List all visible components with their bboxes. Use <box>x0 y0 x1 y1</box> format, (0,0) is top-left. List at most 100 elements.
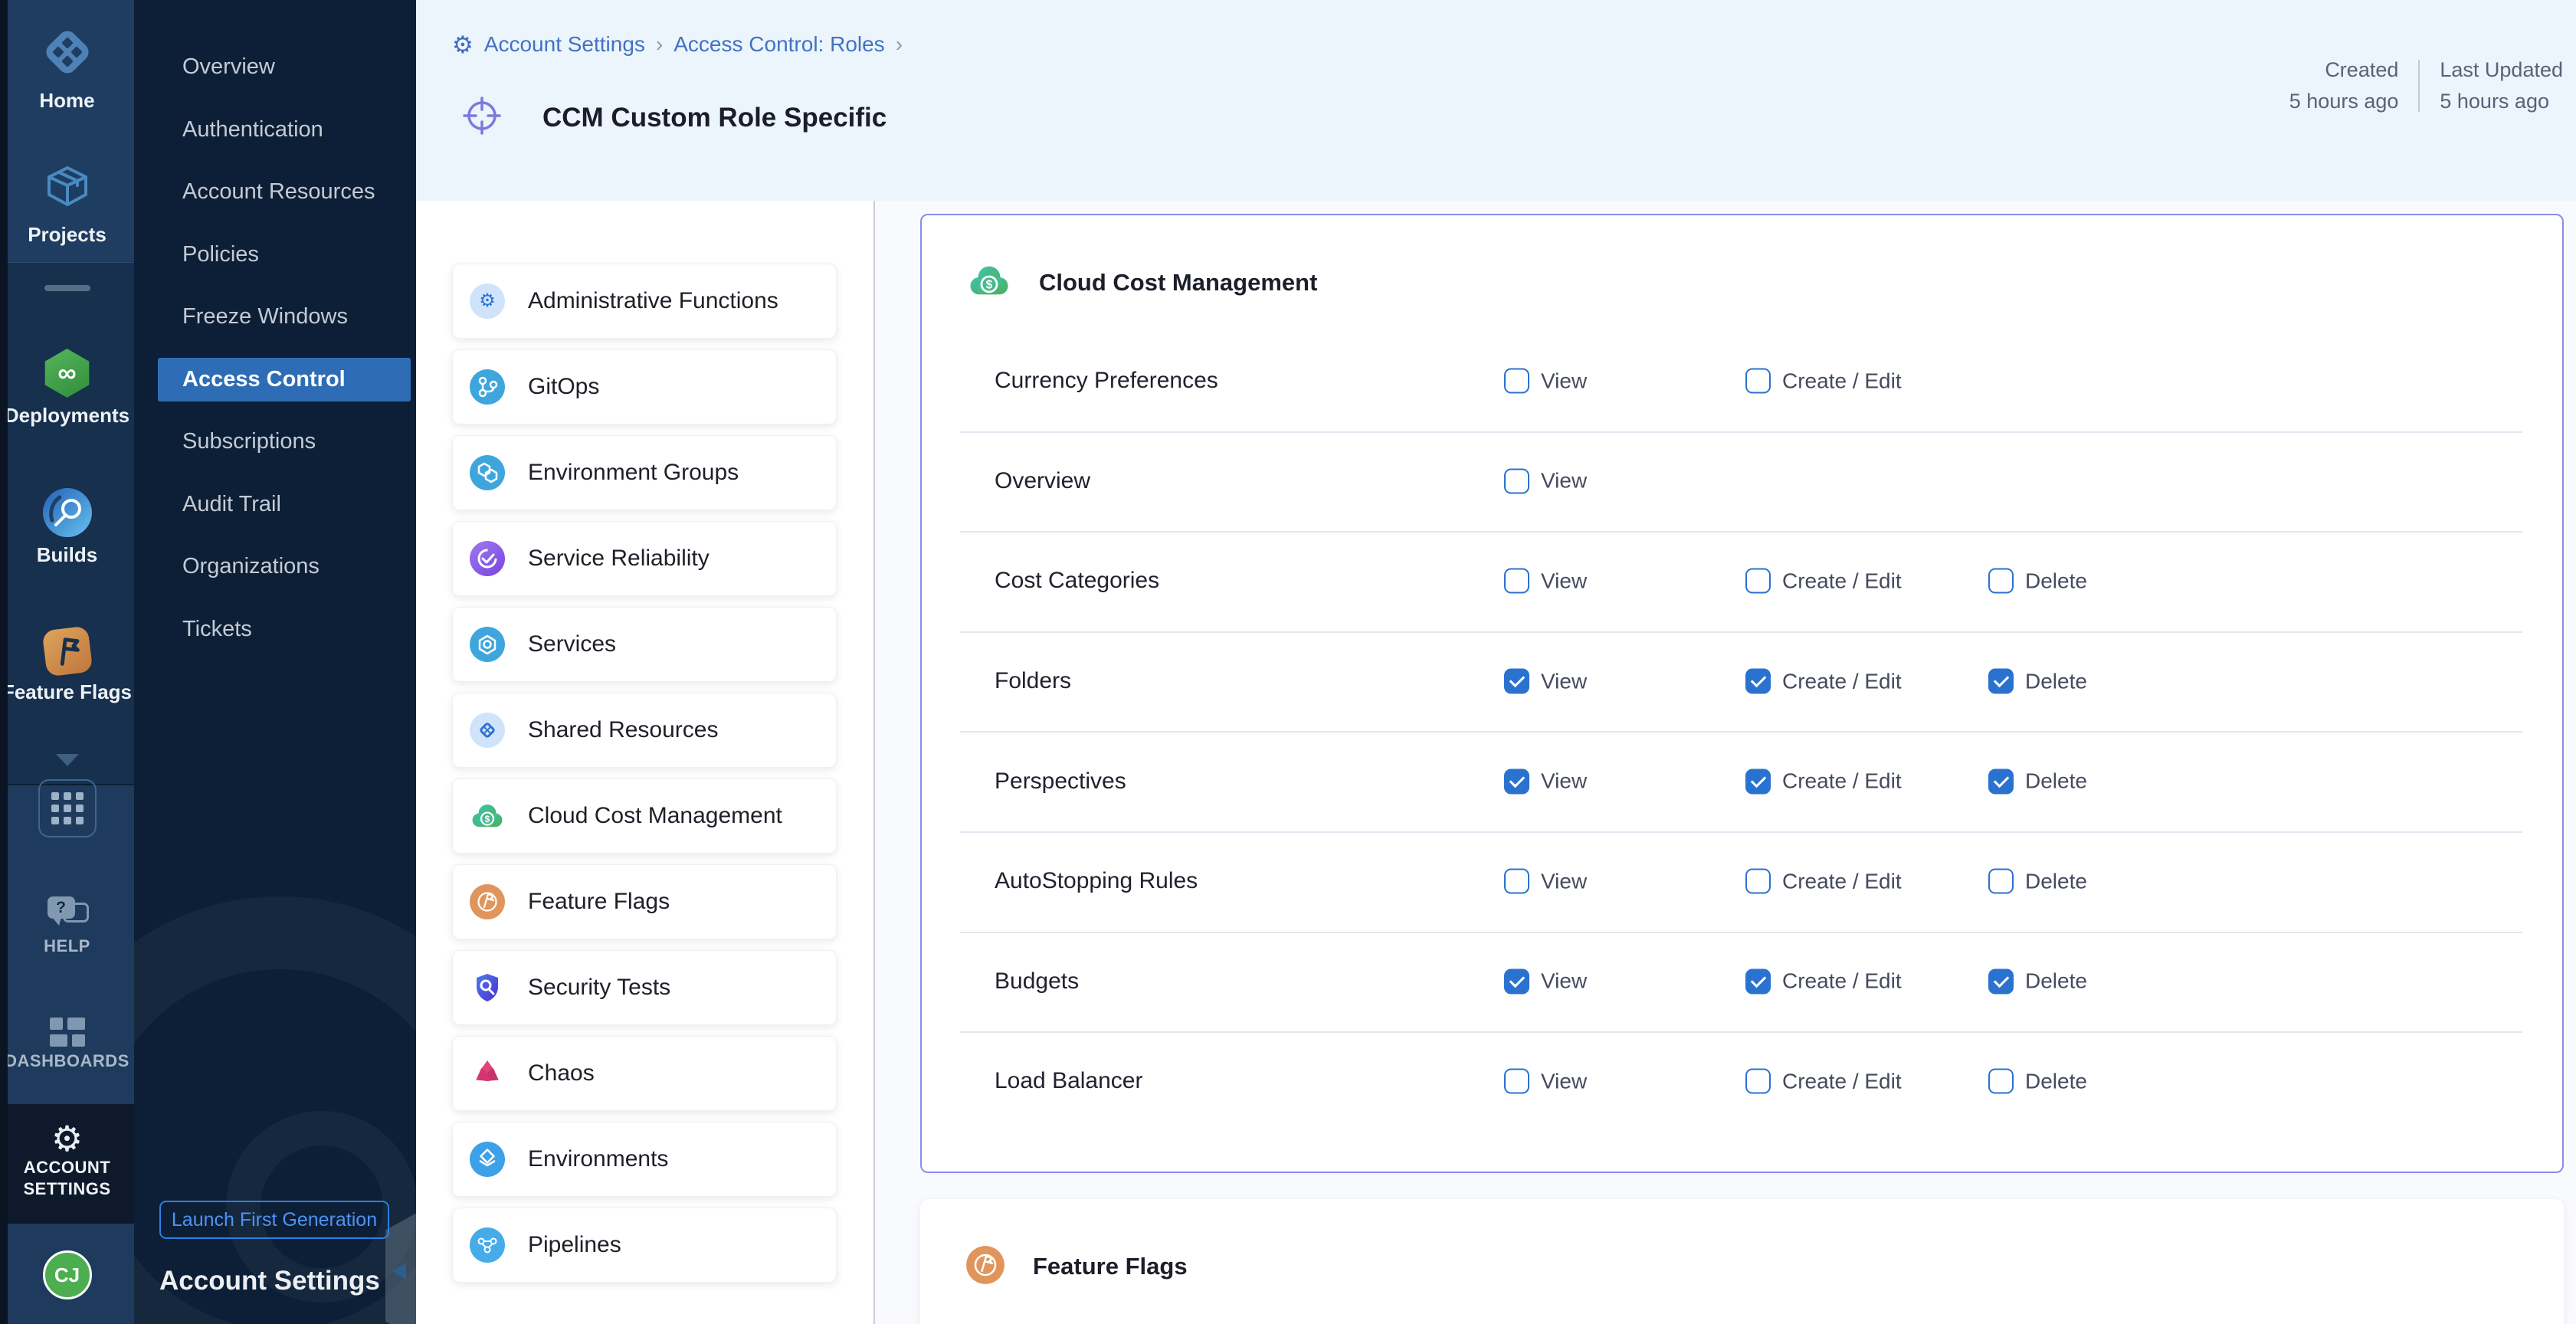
gitops-branch-icon <box>470 369 505 405</box>
category-cloud-cost-management[interactable]: $ Cloud Cost Management <box>452 778 837 854</box>
category-shared-resources[interactable]: Shared Resources <box>452 693 837 768</box>
nav-item-tickets[interactable]: Tickets <box>134 598 416 661</box>
cube-icon <box>41 203 94 216</box>
create-edit-checkbox[interactable] <box>1745 769 1771 794</box>
build-magnifier-icon <box>43 488 92 537</box>
perm-slot-view: View <box>1504 468 1587 493</box>
view-checkbox[interactable] <box>1504 968 1529 994</box>
nav-item-overview[interactable]: Overview <box>134 36 416 99</box>
module-rail: Home Projects ∞ Deployments <box>0 0 134 1324</box>
rail-item-label: Feature Flags <box>0 680 134 704</box>
delete-checkbox[interactable] <box>1988 769 2014 794</box>
category-service-reliability[interactable]: Service Reliability <box>452 521 837 596</box>
nav-item-freeze-windows[interactable]: Freeze Windows <box>134 286 416 349</box>
view-checkbox[interactable] <box>1504 769 1529 794</box>
rail-item-deployments[interactable]: ∞ Deployments <box>0 349 134 428</box>
category-services[interactable]: Services <box>452 607 837 682</box>
perm-slot-create-edit: Create / Edit <box>1745 1069 1902 1094</box>
harness-logo-icon <box>41 69 94 82</box>
category-environment-groups[interactable]: Environment Groups <box>452 435 837 510</box>
perm-slot-delete: Delete <box>1988 669 2087 694</box>
feature-flags-panel: Feature Flags <box>920 1199 2564 1324</box>
rail-item-label: DASHBOARDS <box>0 1051 134 1071</box>
perm-slot-delete: Delete <box>1988 968 2087 994</box>
create-edit-checkbox[interactable] <box>1745 569 1771 594</box>
resource-name: Currency Preferences <box>995 368 1218 394</box>
create-edit-checkbox[interactable] <box>1745 669 1771 694</box>
breadcrumb-account-settings[interactable]: Account Settings <box>484 32 645 57</box>
rail-dash-divider <box>44 285 90 291</box>
avatar[interactable]: CJ <box>43 1250 92 1299</box>
resource-name: Load Balancer <box>995 1068 1142 1094</box>
perm-slot-delete: Delete <box>1988 569 2087 594</box>
nav-item-organizations[interactable]: Organizations <box>134 536 416 598</box>
nav-item-subscriptions[interactable]: Subscriptions <box>134 411 416 474</box>
rail-item-label: Deployments <box>0 404 134 428</box>
help-chat-icon <box>46 896 89 932</box>
nav-item-account-resources[interactable]: Account Resources <box>134 161 416 224</box>
launch-first-generation-button[interactable]: Launch First Generation <box>159 1201 389 1239</box>
rail-item-account-settings[interactable]: ⚙ ACCOUNT SETTINGS <box>0 1121 134 1199</box>
delete-checkbox[interactable] <box>1988 669 2014 694</box>
category-security-tests[interactable]: Security Tests <box>452 950 837 1025</box>
rail-item-projects[interactable]: Projects <box>0 159 134 247</box>
delete-checkbox[interactable] <box>1988 869 2014 894</box>
view-checkbox[interactable] <box>1504 569 1529 594</box>
perm-slot-view: View <box>1504 669 1587 694</box>
permission-row-budgets: Budgets View Create / Edit Delete <box>922 932 2562 1032</box>
create-edit-checkbox[interactable] <box>1745 1069 1771 1094</box>
create-edit-checkbox[interactable] <box>1745 869 1771 894</box>
title-row: CCM Custom Role Specific <box>460 93 887 142</box>
module-picker-button[interactable] <box>0 779 134 837</box>
category-feature-flags[interactable]: Feature Flags <box>452 864 837 939</box>
view-checkbox[interactable] <box>1504 468 1529 493</box>
admin-gear-icon: ⚙ <box>470 283 505 319</box>
perm-slot-view: View <box>1504 569 1587 594</box>
rail-item-label-line2: SETTINGS <box>0 1179 134 1199</box>
reliability-check-icon <box>470 541 505 576</box>
create-edit-checkbox[interactable] <box>1745 968 1771 994</box>
perm-slot-delete: Delete <box>1988 869 2087 894</box>
permission-row-perspectives: Perspectives View Create / Edit Delete <box>922 731 2562 831</box>
rail-item-builds[interactable]: Builds <box>0 488 134 567</box>
nav-item-policies[interactable]: Policies <box>134 224 416 287</box>
perm-slot-view: View <box>1504 869 1587 894</box>
rail-item-dashboards[interactable]: DASHBOARDS <box>0 1018 134 1071</box>
rail-item-help[interactable]: HELP <box>0 896 134 956</box>
breadcrumb: ⚙ Account Settings › Access Control: Rol… <box>452 32 903 57</box>
rail-expand-chevron[interactable] <box>0 754 134 770</box>
created-value: 5 hours ago <box>2289 90 2399 113</box>
user-avatar-wrap: CJ <box>0 1250 134 1299</box>
permission-row-folders: Folders View Create / Edit Delete <box>922 631 2562 732</box>
shield-magnifier-icon <box>470 970 505 1005</box>
rail-item-label-line1: ACCOUNT <box>0 1158 134 1178</box>
collapse-panel-arrow-icon[interactable] <box>392 1263 406 1280</box>
nav-item-audit-trail[interactable]: Audit Trail <box>134 474 416 536</box>
category-pipelines[interactable]: Pipelines <box>452 1208 837 1283</box>
created-label: Created <box>2289 58 2399 82</box>
delete-checkbox[interactable] <box>1988 569 2014 594</box>
view-checkbox[interactable] <box>1504 1069 1529 1094</box>
category-environments[interactable]: Environments <box>452 1122 837 1197</box>
perm-slot-create-edit: Create / Edit <box>1745 968 1902 994</box>
last-updated-label: Last Updated <box>2440 58 2563 82</box>
rail-item-label: Projects <box>0 223 134 247</box>
view-checkbox[interactable] <box>1504 369 1529 394</box>
rail-item-home[interactable]: Home <box>0 25 134 113</box>
nav-item-authentication[interactable]: Authentication <box>134 99 416 162</box>
delete-checkbox[interactable] <box>1988 1069 2014 1094</box>
permission-row-currency-preferences: Currency Preferences View Create / Edit <box>922 331 2562 431</box>
view-checkbox[interactable] <box>1504 669 1529 694</box>
category-administrative-functions[interactable]: ⚙ Administrative Functions <box>452 264 837 339</box>
breadcrumb-access-control-roles[interactable]: Access Control: Roles <box>673 32 884 57</box>
view-checkbox[interactable] <box>1504 869 1529 894</box>
create-edit-checkbox[interactable] <box>1745 369 1771 394</box>
nav-item-access-control[interactable]: Access Control <box>134 349 416 411</box>
rail-item-feature-flags[interactable]: Feature Flags <box>0 628 134 704</box>
perm-slot-create-edit: Create / Edit <box>1745 569 1902 594</box>
panel-title: Cloud Cost Management <box>1039 269 1317 297</box>
category-gitops[interactable]: GitOps <box>452 349 837 424</box>
perm-slot-create-edit: Create / Edit <box>1745 669 1902 694</box>
delete-checkbox[interactable] <box>1988 968 2014 994</box>
category-chaos[interactable]: Chaos <box>452 1036 837 1111</box>
